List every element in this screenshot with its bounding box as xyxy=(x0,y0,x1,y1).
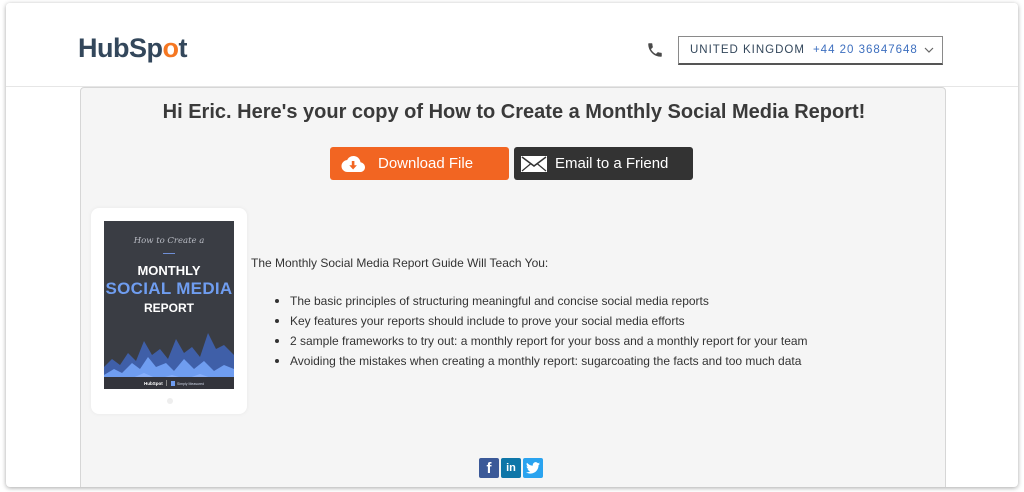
logo-text-start: HubSp xyxy=(78,33,163,63)
page-title: Hi Eric. Here's your copy of How to Crea… xyxy=(162,101,866,123)
list-item: Key features your reports should include… xyxy=(275,314,808,334)
ebook-footer-hubspot: HubSpot xyxy=(144,381,163,386)
ebook-footer xyxy=(104,377,234,389)
logo-sprocket-letter: o xyxy=(162,33,180,63)
chevron-down-icon xyxy=(924,47,934,53)
ebook-footer-divider xyxy=(166,380,167,386)
logo-text-end: t xyxy=(178,33,188,63)
envelope-icon xyxy=(521,155,547,172)
download-file-button[interactable]: Download File xyxy=(330,147,509,180)
twitter-bird-glyph xyxy=(526,462,540,474)
list-item: 2 sample frameworks to try out: a monthl… xyxy=(275,334,808,354)
cloud-download-icon xyxy=(341,155,365,172)
hubspot-logo[interactable]: HubSpot xyxy=(78,33,187,64)
email-friend-button[interactable]: Email to a Friend xyxy=(514,147,693,180)
ebook-cover: How to Create a MONTHLY SOCIAL MEDIA REP… xyxy=(104,221,234,389)
social-share-links: f in xyxy=(479,458,543,478)
list-item: Avoiding the mistakes when creating a mo… xyxy=(275,354,808,374)
ebook-cover-frame: How to Create a MONTHLY SOCIAL MEDIA REP… xyxy=(91,208,247,414)
carousel-dot xyxy=(167,398,173,404)
email-label: Email to a Friend xyxy=(555,155,669,172)
ebook-title-line-3: REPORT xyxy=(143,301,194,315)
benefits-list: The basic principles of structuring mean… xyxy=(275,294,808,374)
twitter-icon[interactable] xyxy=(523,458,543,478)
site-header: HubSpot UNITED KINGDOM +44 20 36847648 xyxy=(6,3,1018,87)
download-label: Download File xyxy=(378,155,474,172)
ebook-title-line-2: SOCIAL MEDIA xyxy=(105,279,233,298)
country-phone-number: +44 20 36847648 xyxy=(812,44,918,56)
ebook-pretitle: How to Create a xyxy=(133,236,205,246)
ebook-title-line-1: MONTHLY xyxy=(137,263,201,278)
ebook-divider xyxy=(163,253,175,254)
thank-you-card: Hi Eric. Here's your copy of How to Crea… xyxy=(80,87,946,487)
facebook-icon[interactable]: f xyxy=(479,458,499,478)
linkedin-icon[interactable]: in xyxy=(501,458,521,478)
country-phone-selector[interactable]: UNITED KINGDOM +44 20 36847648 xyxy=(678,36,943,65)
list-item: The basic principles of structuring mean… xyxy=(275,294,808,314)
browser-frame: HubSpot UNITED KINGDOM +44 20 36847648 H… xyxy=(6,3,1018,487)
ebook-footer-partner: Simply Measured xyxy=(177,382,205,386)
guide-intro: The Monthly Social Media Report Guide Wi… xyxy=(251,256,549,270)
country-name: UNITED KINGDOM xyxy=(690,44,805,56)
ebook-footer-partner-icon xyxy=(171,381,175,386)
phone-icon xyxy=(648,43,662,57)
